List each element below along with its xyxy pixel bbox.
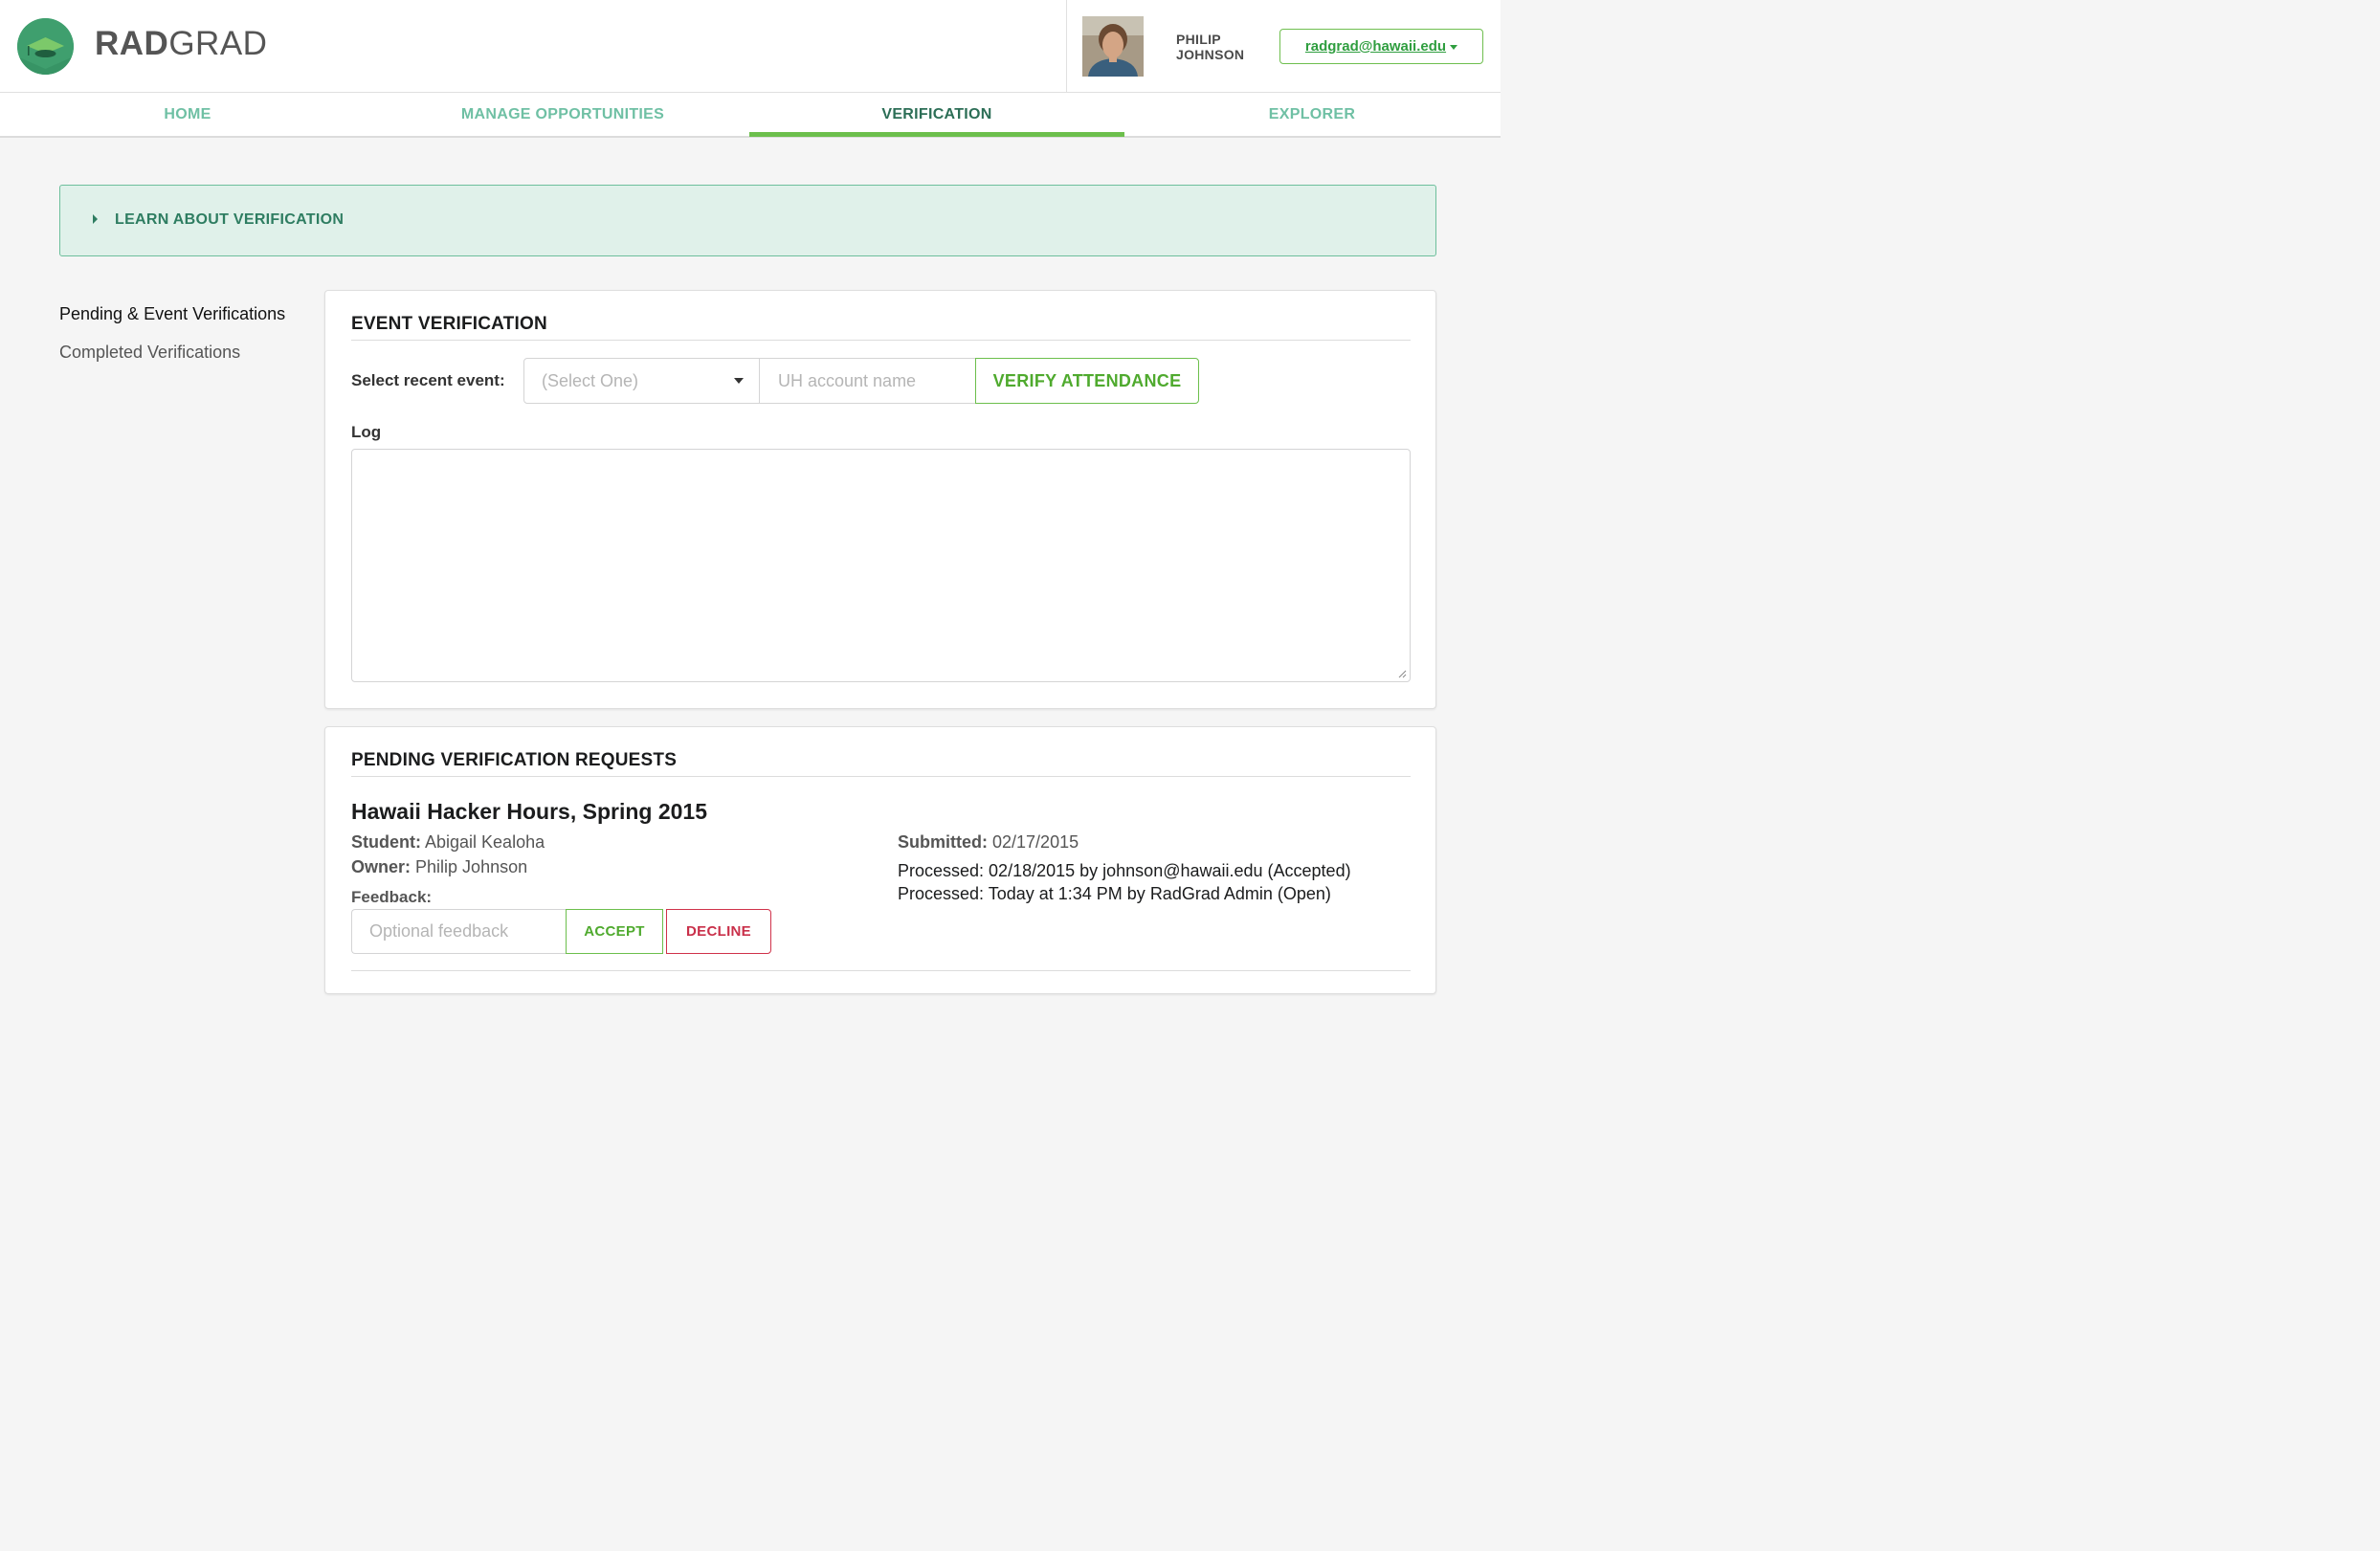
pending-verification-card: PENDING VERIFICATION REQUESTS Hawaii Hac…	[324, 726, 1436, 994]
side-menu-item-completed[interactable]: Completed Verifications	[59, 343, 240, 363]
student-value: Abigail Kealoha	[425, 832, 545, 852]
feedback-input[interactable]	[351, 909, 567, 954]
verify-attendance-button[interactable]: VERIFY ATTENDANCE	[975, 358, 1199, 404]
learn-about-verification-accordion[interactable]: LEARN ABOUT VERIFICATION	[59, 185, 1436, 256]
chevron-down-icon	[1450, 45, 1458, 50]
accept-button[interactable]: ACCEPT	[566, 909, 663, 954]
decline-button[interactable]: DECLINE	[666, 909, 771, 954]
radgrad-logo-icon[interactable]	[17, 18, 74, 75]
main-nav: HOME MANAGE OPPORTUNITIES VERIFICATION E…	[0, 93, 1501, 138]
submitted-value: 02/17/2015	[992, 832, 1079, 852]
tab-home[interactable]: HOME	[0, 93, 375, 137]
uh-account-input[interactable]	[760, 358, 976, 404]
processed-entry: Processed: 02/18/2015 by johnson@hawaii.…	[898, 861, 1351, 880]
request-student: Student: Abigail Kealoha	[351, 832, 545, 853]
user-avatar	[1082, 16, 1144, 77]
section-divider	[351, 340, 1411, 341]
section-divider	[351, 776, 1411, 777]
request-submitted: Submitted: 02/17/2015	[898, 832, 1079, 853]
log-textarea[interactable]	[351, 449, 1411, 682]
tab-manage-opportunities[interactable]: MANAGE OPPORTUNITIES	[375, 93, 750, 137]
resize-handle-icon[interactable]	[1398, 670, 1407, 678]
top-header: RADGRAD PHILIP JOHNSON radgrad@hawaii.ed…	[0, 0, 1501, 93]
brand-name[interactable]: RADGRAD	[95, 25, 267, 63]
user-first-name: PHILIP	[1176, 32, 1221, 47]
user-last-name: JOHNSON	[1176, 47, 1245, 62]
header-divider	[1066, 0, 1067, 93]
processed-entry: Processed: Today at 1:34 PM by RadGrad A…	[898, 884, 1331, 903]
active-tab-indicator	[749, 132, 1124, 137]
dropdown-caret-icon	[734, 378, 744, 384]
event-select-placeholder: (Select One)	[542, 371, 639, 390]
side-menu-item-pending[interactable]: Pending & Event Verifications	[59, 304, 285, 324]
pending-requests-title: PENDING VERIFICATION REQUESTS	[351, 750, 678, 770]
student-label: Student:	[351, 832, 421, 852]
caret-right-icon	[93, 214, 98, 224]
owner-value: Philip Johnson	[415, 857, 528, 876]
account-dropdown-button[interactable]: radgrad@hawaii.edu	[1279, 29, 1483, 64]
owner-label: Owner:	[351, 857, 411, 876]
request-opportunity-name: Hawaii Hacker Hours, Spring 2015	[351, 799, 707, 824]
event-verification-card: EVENT VERIFICATION Select recent event: …	[324, 290, 1436, 709]
user-name: PHILIP JOHNSON	[1176, 32, 1244, 62]
brand-name-bold: RAD	[95, 25, 169, 62]
feedback-label: Feedback:	[351, 888, 433, 906]
tab-verification[interactable]: VERIFICATION	[749, 93, 1124, 137]
log-label: Log	[351, 423, 382, 441]
event-verification-title: EVENT VERIFICATION	[351, 314, 547, 334]
brand-name-light: GRAD	[168, 25, 268, 62]
select-event-label: Select recent event:	[351, 371, 505, 389]
learn-about-verification-label: LEARN ABOUT VERIFICATION	[115, 211, 345, 228]
account-label: radgrad@hawaii.edu	[1304, 38, 1447, 55]
request-owner: Owner: Philip Johnson	[351, 857, 527, 877]
submitted-label: Submitted:	[898, 832, 988, 852]
tab-explorer[interactable]: EXPLORER	[1124, 93, 1500, 137]
request-divider	[351, 970, 1411, 971]
event-select-dropdown[interactable]: (Select One)	[523, 358, 760, 404]
